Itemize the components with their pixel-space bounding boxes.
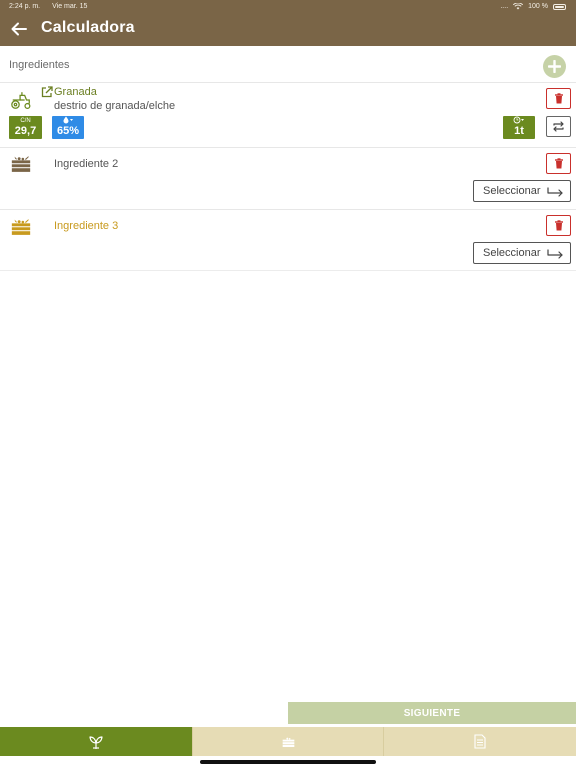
ingredient-name[interactable]: Granada [54,86,97,98]
section-label: Ingredientes [9,59,70,71]
select-ingredient-button[interactable]: Seleccionar [473,242,571,264]
bottom-tab-bar [0,727,576,756]
plus-icon [548,60,561,73]
external-link-icon[interactable] [41,86,53,98]
swap-ingredient-button[interactable] [546,116,571,137]
page-title: Calculadora [41,19,135,36]
humidity-value: 65% [56,125,80,137]
battery-percent: 100 % [528,3,548,10]
plant-leaves-icon [89,735,103,749]
cellular-icon: .... [500,3,509,10]
cn-ratio-badge: C/N 29,7 [9,116,42,139]
trash-icon [554,220,563,231]
add-ingredient-button[interactable] [543,55,566,78]
cn-label: C/N [20,118,31,124]
tractor-icon [11,92,31,109]
arrow-right-hook-icon [547,249,563,259]
select-label: Seleccionar [483,185,541,197]
humidity-badge[interactable]: 65% [52,116,84,139]
ingredient-subtitle: destrio de granada/elche [54,100,176,112]
status-bar: 2:24 p. m. Vie mar. 15 .... 100 % [9,3,566,13]
top-bar: 2:24 p. m. Vie mar. 15 .... 100 % Calcul… [0,0,576,46]
ingredient-name: Ingrediente 2 [54,158,119,170]
ingredient-row: Ingrediente 2 Seleccionar [0,147,576,209]
back-button[interactable] [8,18,30,40]
arrow-left-icon [11,22,27,36]
ingredient-name: Ingrediente 3 [54,220,119,232]
delete-ingredient-button[interactable] [546,88,571,109]
tab-ingredients[interactable] [0,727,192,756]
status-time: 2:24 p. m. [9,3,41,10]
ingredient-row: Ingrediente 3 Seleccionar [0,209,576,271]
trash-icon [554,158,563,169]
swap-icon [553,121,564,132]
next-button[interactable]: SIGUIENTE [288,702,576,724]
crate-icon [11,156,31,172]
wifi-icon [513,3,524,10]
clock-icon [503,116,535,125]
water-drop-icon [52,116,84,125]
battery-icon [553,3,566,10]
select-ingredient-button[interactable]: Seleccionar [473,180,571,202]
quantity-value: 1t [514,125,524,137]
crate-icon [282,737,294,747]
document-icon [474,734,486,749]
ingredients-header: Ingredientes [0,50,576,82]
ingredient-row: Granada destrio de granada/elche C/N 29,… [0,82,576,147]
delete-ingredient-button[interactable] [546,215,571,236]
trash-icon [554,93,563,104]
cn-value: 29,7 [14,125,37,137]
quantity-badge[interactable]: 1t [503,116,535,139]
calculator-screen: 2:24 p. m. Vie mar. 15 .... 100 % Calcul… [0,0,576,768]
tab-mixture[interactable] [193,727,383,756]
tab-report[interactable] [384,727,576,756]
delete-ingredient-button[interactable] [546,153,571,174]
select-label: Seleccionar [483,247,541,259]
home-indicator [200,760,376,764]
arrow-right-hook-icon [547,187,563,197]
status-date: Vie mar. 15 [52,3,88,10]
crate-icon [11,219,31,235]
